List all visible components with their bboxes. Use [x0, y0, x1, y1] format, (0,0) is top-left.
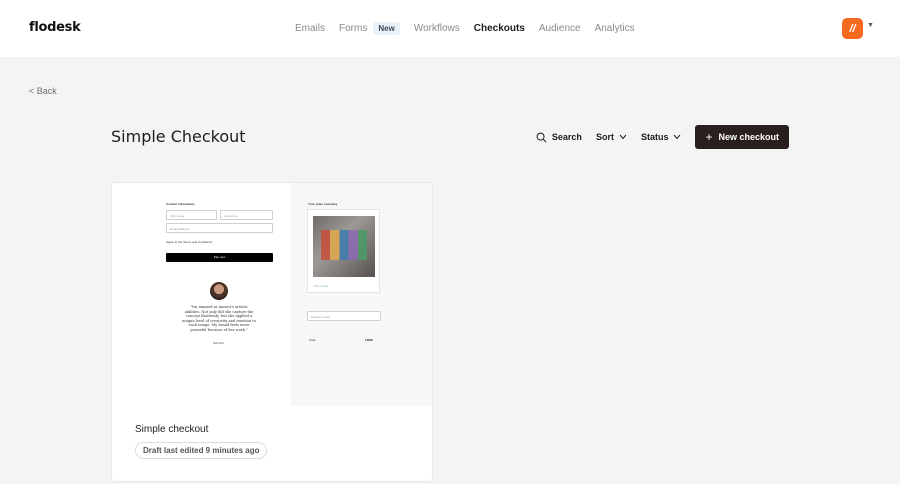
preview-quote: "I'm amazed at Aurora's artistic abiliti…: [182, 305, 256, 332]
preview-order-box: Item name: [307, 209, 380, 293]
search-button[interactable]: Search: [536, 132, 582, 143]
sort-label: Sort: [595, 132, 614, 142]
chevron-down-icon: [674, 134, 681, 140]
status-badge: Draft last edited 9 minutes ago: [135, 442, 268, 459]
preview-contact-heading: Contact information: [166, 202, 195, 206]
nav-forms[interactable]: Forms: [339, 23, 367, 34]
preview-order-panel: Your order summary Item name Discount co…: [291, 183, 432, 406]
new-checkout-button[interactable]: + New checkout: [695, 125, 789, 149]
back-link[interactable]: < Back: [29, 86, 57, 96]
sort-dropdown[interactable]: Sort: [596, 132, 627, 142]
plus-icon: +: [705, 130, 713, 144]
page-title: Simple Checkout: [111, 127, 246, 146]
chevron-down-icon: [619, 134, 627, 140]
toolbar: Search Sort Status + New checkout: [536, 125, 789, 149]
nav-emails[interactable]: Emails: [295, 23, 325, 34]
nav-checkouts[interactable]: Checkouts: [474, 23, 525, 34]
new-checkout-label: New checkout: [718, 132, 779, 142]
preview-avatar: [210, 282, 228, 300]
logo[interactable]: flodesk: [29, 20, 81, 35]
preview-email: Email address: [166, 223, 273, 233]
caret-down-icon[interactable]: ▼: [867, 22, 874, 29]
preview-first-name: First name: [166, 210, 217, 220]
nav-workflows[interactable]: Workflows: [414, 23, 460, 34]
nav-analytics[interactable]: Analytics: [595, 23, 635, 34]
status-dropdown[interactable]: Status: [641, 132, 682, 142]
search-label: Search: [551, 132, 582, 142]
main-nav: Emails Forms New Workflows Checkouts Aud…: [295, 22, 649, 35]
preview-last-name: Last name: [220, 210, 273, 220]
preview-discount: Discount code: [307, 311, 381, 321]
preview-total-value: FREE: [365, 338, 374, 342]
preview-form-panel: Contact information First name Last name…: [112, 183, 291, 406]
product-image: [313, 216, 375, 277]
new-badge: New: [373, 22, 400, 35]
top-bar: flodesk Emails Forms New Workflows Check…: [0, 0, 900, 57]
search-icon: [536, 132, 547, 142]
preview-total-label: Total: [309, 338, 316, 342]
status-label: Status: [640, 132, 669, 142]
account-avatar[interactable]: //: [842, 18, 863, 39]
card-title[interactable]: Simple checkout: [135, 424, 208, 435]
preview-order-link: Item name: [314, 284, 329, 288]
preview-pay-button: Pay now: [166, 253, 273, 262]
preview-agree: Agree to the Terms and Conditions: [166, 240, 213, 244]
preview-quote-author: Ted Vint: [213, 341, 224, 345]
product-screen: [321, 230, 367, 260]
preview-order-heading: Your order summary: [308, 202, 338, 206]
checkout-card[interactable]: Contact information First name Last name…: [111, 182, 433, 482]
nav-audience[interactable]: Audience: [539, 23, 581, 34]
checkout-preview[interactable]: Contact information First name Last name…: [112, 183, 432, 406]
